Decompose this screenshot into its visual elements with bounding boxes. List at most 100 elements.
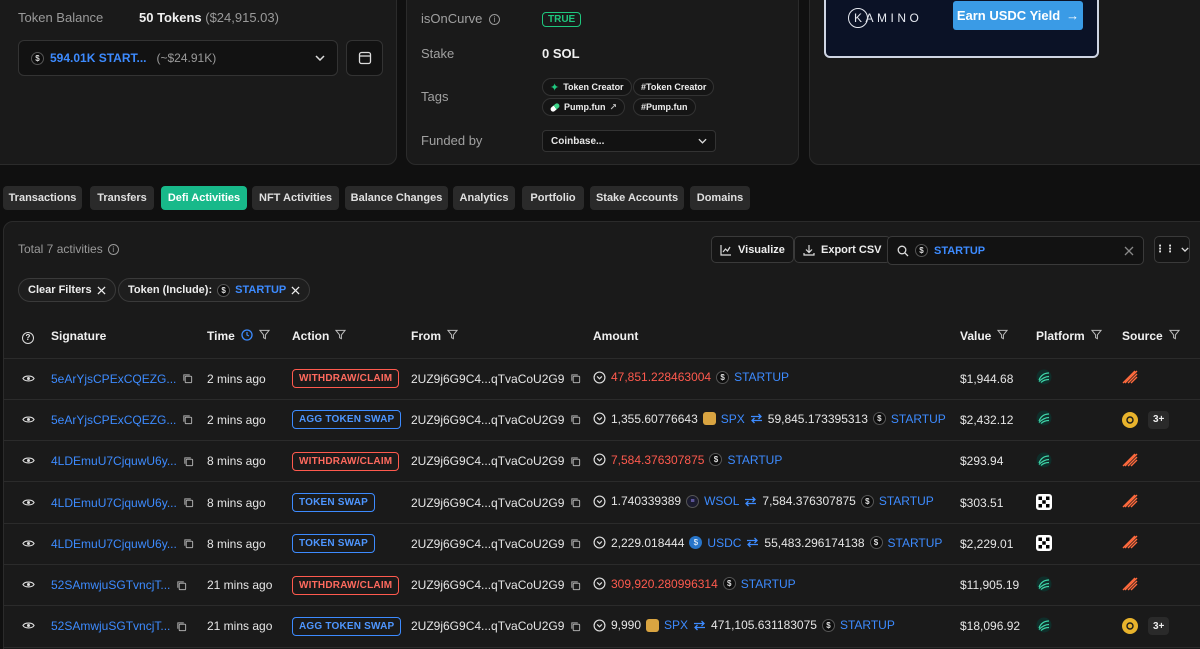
source-flame-icon[interactable] — [1122, 453, 1138, 467]
token-primary[interactable]: STARTUP — [727, 453, 782, 467]
okx-platform-icon[interactable] — [1036, 494, 1052, 511]
token-filter-chip[interactable]: Token (Include): $ STARTUP — [118, 278, 311, 302]
source-flame-icon[interactable] — [1122, 494, 1138, 508]
token-primary[interactable]: SPX — [721, 412, 745, 426]
token-secondary[interactable]: STARTUP — [891, 412, 946, 426]
jupiter-source-icon[interactable] — [1122, 411, 1138, 428]
more-sources-badge[interactable]: 3+ — [1148, 410, 1170, 429]
from-address[interactable]: 2UZ9j6G9C4...qTvaCoU2G9 — [411, 619, 564, 633]
copy-icon[interactable] — [570, 373, 581, 384]
tag-hash-pump-fun[interactable]: #Pump.fun — [633, 98, 696, 116]
token-select-dropdown[interactable]: $ 594.01K START... (~$24.91K) — [18, 40, 338, 76]
clock-icon[interactable] — [241, 329, 253, 344]
copy-icon[interactable] — [176, 580, 187, 591]
token-secondary[interactable]: STARTUP — [888, 536, 943, 550]
filter-icon[interactable] — [335, 329, 347, 343]
from-address[interactable]: 2UZ9j6G9C4...qTvaCoU2G9 — [411, 578, 564, 592]
tab-transactions[interactable]: Transactions — [3, 186, 82, 210]
export-csv-button[interactable]: Export CSV — [794, 236, 891, 263]
eye-icon[interactable] — [22, 374, 35, 383]
okx-platform-icon[interactable] — [1036, 535, 1052, 552]
copy-icon[interactable] — [570, 497, 581, 508]
signature-link[interactable]: 52SAmwjuSGTvncjT... — [51, 578, 170, 592]
token-primary[interactable]: WSOL — [704, 494, 739, 508]
filter-icon[interactable] — [258, 329, 270, 343]
tag-pump-fun[interactable]: Pump.fun ↗ — [542, 98, 626, 116]
kamino-ad-banner[interactable]: KAMINO Earn USDC Yield → — [824, 0, 1099, 58]
help-icon[interactable]: ? — [22, 331, 34, 344]
from-address[interactable]: 2UZ9j6G9C4...qTvaCoU2G9 — [411, 413, 564, 427]
token-primary[interactable]: SPX — [664, 618, 688, 632]
meteora-platform-icon[interactable] — [1036, 576, 1052, 592]
info-icon: i — [489, 14, 501, 25]
copy-icon[interactable] — [570, 414, 581, 425]
from-address[interactable]: 2UZ9j6G9C4...qTvaCoU2G9 — [411, 372, 564, 386]
source-flame-icon[interactable] — [1122, 577, 1138, 591]
copy-icon[interactable] — [182, 414, 193, 425]
from-address[interactable]: 2UZ9j6G9C4...qTvaCoU2G9 — [411, 537, 564, 551]
portfolio-view-button[interactable] — [346, 40, 383, 76]
column-settings-button[interactable]: ⋮⋮ — [1154, 236, 1190, 263]
copy-icon[interactable] — [570, 538, 581, 549]
tab-domains[interactable]: Domains — [690, 186, 750, 210]
clear-filters-chip[interactable]: Clear Filters — [18, 278, 116, 302]
signature-link[interactable]: 4LDEmuU7CjquwU6y... — [51, 496, 177, 510]
signature-link[interactable]: 4LDEmuU7CjquwU6y... — [51, 454, 177, 468]
tab-defi-activities[interactable]: Defi Activities — [161, 186, 247, 210]
filter-icon[interactable] — [1168, 329, 1180, 343]
tab-transfers[interactable]: Transfers — [90, 186, 154, 210]
tag-token-creator[interactable]: ✦ Token Creator — [542, 78, 632, 96]
signature-link[interactable]: 52SAmwjuSGTvncjT... — [51, 619, 170, 633]
close-icon[interactable] — [97, 285, 106, 295]
meteora-platform-icon[interactable] — [1036, 410, 1052, 426]
close-icon[interactable] — [291, 285, 300, 295]
eye-icon[interactable] — [22, 580, 35, 589]
filter-icon[interactable] — [997, 329, 1009, 343]
meteora-platform-icon[interactable] — [1036, 369, 1052, 385]
signature-link[interactable]: 5eArYjsCPExCQEZG... — [51, 372, 176, 386]
eye-icon[interactable] — [22, 415, 35, 424]
tab-balance-changes[interactable]: Balance Changes — [345, 186, 448, 210]
token-secondary[interactable]: STARTUP — [840, 618, 895, 632]
tab-nft-activities[interactable]: NFT Activities — [252, 186, 339, 210]
source-flame-icon[interactable] — [1122, 535, 1138, 549]
meteora-platform-icon[interactable] — [1036, 617, 1052, 633]
from-address[interactable]: 2UZ9j6G9C4...qTvaCoU2G9 — [411, 496, 564, 510]
eye-icon[interactable] — [22, 621, 35, 630]
signature-link[interactable]: 4LDEmuU7CjquwU6y... — [51, 537, 177, 551]
eye-icon[interactable] — [22, 498, 35, 507]
search-input[interactable]: $ STARTUP — [887, 236, 1144, 265]
token-primary[interactable]: STARTUP — [734, 370, 789, 384]
filter-icon[interactable] — [1090, 329, 1102, 343]
meteora-platform-icon[interactable] — [1036, 452, 1052, 468]
copy-icon[interactable] — [182, 373, 193, 384]
copy-icon[interactable] — [176, 621, 187, 632]
more-sources-badge[interactable]: 3+ — [1148, 617, 1170, 636]
token-primary[interactable]: USDC — [707, 536, 741, 550]
jupiter-source-icon[interactable] — [1122, 618, 1138, 635]
amount-cell: 309,920.280996314 $ STARTUP — [593, 564, 960, 607]
tab-stake-accounts[interactable]: Stake Accounts — [590, 186, 684, 210]
token-primary[interactable]: STARTUP — [741, 577, 796, 591]
close-icon[interactable] — [1124, 246, 1134, 256]
copy-icon[interactable] — [183, 538, 194, 549]
from-address[interactable]: 2UZ9j6G9C4...qTvaCoU2G9 — [411, 454, 564, 468]
tab-portfolio[interactable]: Portfolio — [522, 186, 584, 210]
copy-icon[interactable] — [570, 456, 581, 467]
copy-icon[interactable] — [183, 456, 194, 467]
copy-icon[interactable] — [183, 497, 194, 508]
funded-by-dropdown[interactable]: Coinbase... — [542, 130, 716, 152]
copy-icon[interactable] — [570, 621, 581, 632]
copy-icon[interactable] — [570, 580, 581, 591]
earn-usdc-yield-button[interactable]: Earn USDC Yield → — [953, 1, 1083, 30]
signature-link[interactable]: 5eArYjsCPExCQEZG... — [51, 413, 176, 427]
eye-icon[interactable] — [22, 539, 35, 548]
visualize-button[interactable]: Visualize — [711, 236, 794, 263]
usdc-token-icon: $ — [689, 536, 703, 550]
tag-hash-token-creator[interactable]: #Token Creator — [633, 78, 715, 96]
tab-analytics[interactable]: Analytics — [453, 186, 515, 210]
token-secondary[interactable]: STARTUP — [879, 494, 934, 508]
filter-icon[interactable] — [446, 329, 459, 343]
eye-icon[interactable] — [22, 456, 35, 465]
source-flame-icon[interactable] — [1122, 370, 1138, 384]
